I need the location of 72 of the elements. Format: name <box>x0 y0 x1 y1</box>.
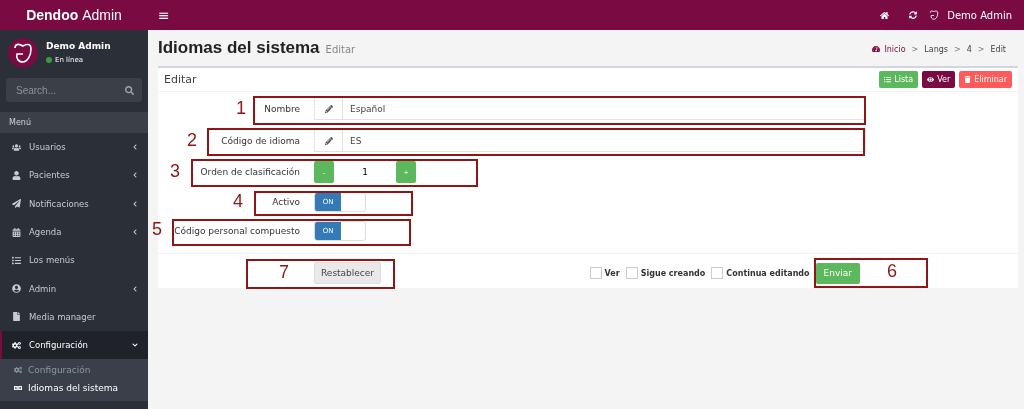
search-icon[interactable] <box>125 85 134 95</box>
annotation-number: 7 <box>279 262 289 283</box>
breadcrumb-separator: > <box>954 44 961 54</box>
menu-item-icon <box>14 384 22 393</box>
annotation-number: 2 <box>187 130 197 151</box>
online-dot <box>46 57 52 63</box>
menu-header: Menú <box>0 112 148 133</box>
menu-item-icon <box>12 312 21 322</box>
chevron-left-icon <box>132 144 138 151</box>
menu-item-icon <box>12 255 21 265</box>
sidebar-item[interactable]: Notificaciones <box>0 189 148 218</box>
sidebar-item[interactable]: Configuración <box>0 331 148 360</box>
submenu-item[interactable]: Idiomas del sistema <box>0 379 148 398</box>
reset-button[interactable]: Restablecer <box>314 262 382 284</box>
user-name[interactable]: Demo Admin <box>947 9 1012 21</box>
page-title: Idiomas del sistema <box>158 38 320 58</box>
eye-icon <box>927 76 935 83</box>
menu-item-icon <box>12 170 21 180</box>
view-button[interactable]: Ver <box>922 71 956 88</box>
breadcrumb-separator: > <box>977 44 985 54</box>
field-label: Orden de clasificación <box>200 167 300 177</box>
card-title: Editar <box>164 73 197 86</box>
checkbox[interactable] <box>589 267 602 279</box>
dashboard-icon <box>872 45 881 53</box>
search-field[interactable]: Search... <box>14 83 125 97</box>
sidebar-item[interactable]: Agenda <box>0 217 148 247</box>
annotation-number: 4 <box>233 191 243 212</box>
menu-item-icon <box>12 199 21 209</box>
pencil-icon <box>324 104 333 113</box>
breadcrumb-link[interactable]: Inicio <box>872 44 906 54</box>
checkbox-label: Continua editando <box>726 268 810 278</box>
sidebar-item[interactable]: Pacientes <box>0 161 148 190</box>
annotation-number: 3 <box>170 161 180 182</box>
field-label: Activo <box>272 197 300 207</box>
menu-toggle[interactable]: ≡ <box>148 7 180 23</box>
annotation-number: 5 <box>152 219 162 240</box>
chevron-left-icon <box>132 285 138 292</box>
chevron-down-icon <box>132 342 138 349</box>
pencil-icon <box>324 136 333 145</box>
checkbox[interactable] <box>625 267 638 279</box>
breadcrumb-link[interactable]: Edit <box>990 44 1006 54</box>
annotation-number: 1 <box>236 98 246 119</box>
breadcrumb-link[interactable]: 4 <box>966 44 972 54</box>
field-label: Código personal compuesto <box>174 226 300 236</box>
breadcrumb-separator: > <box>911 44 919 54</box>
menu-item-icon <box>12 227 21 237</box>
checkbox-label: Sigue creando <box>640 268 706 278</box>
field-label: Código de idioma <box>221 135 300 146</box>
page-subtitle: Editar <box>325 44 356 55</box>
chevron-left-icon <box>132 229 138 236</box>
logo-icon <box>8 38 38 68</box>
sidebar-item[interactable]: Usuarios <box>0 133 148 162</box>
menu-item-icon <box>12 340 21 350</box>
trash-icon <box>964 76 972 83</box>
sidebar-item[interactable]: Admin <box>0 274 148 303</box>
field-label: Nombre <box>264 103 300 114</box>
menu-item-icon <box>12 284 21 294</box>
checkbox-label: Ver <box>604 268 620 278</box>
menu-item-icon <box>12 142 21 152</box>
sidebar-item[interactable]: Media manager <box>0 302 148 332</box>
user-name: Demo Admin <box>46 41 111 51</box>
menu-item-icon <box>14 366 22 375</box>
search-box[interactable]: Search... <box>6 78 142 102</box>
breadcrumb-link[interactable]: Langs <box>924 44 948 54</box>
sidebar-item[interactable]: Los menús <box>0 246 148 275</box>
chevron-left-icon <box>132 200 138 207</box>
list-icon <box>884 76 892 83</box>
chevron-left-icon <box>132 172 138 179</box>
annotation-number: 6 <box>887 261 897 282</box>
brand-logo[interactable]: Dendoo Admin <box>0 7 148 23</box>
submenu-item[interactable]: Configuración <box>0 361 148 380</box>
checkbox[interactable] <box>711 267 724 279</box>
